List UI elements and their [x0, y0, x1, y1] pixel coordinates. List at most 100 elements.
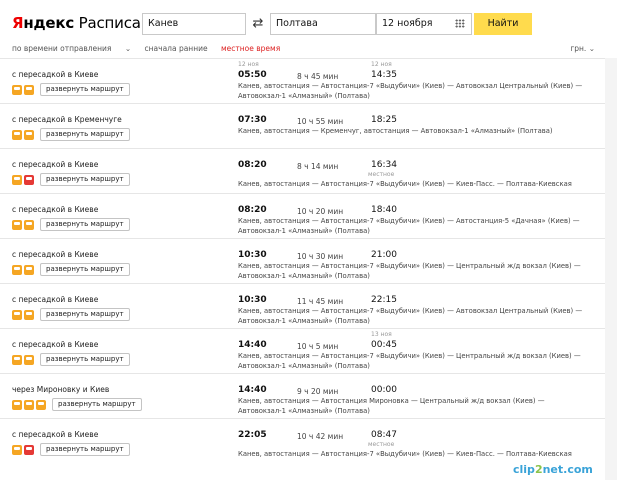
- local-time-toggle[interactable]: местное время: [221, 44, 280, 53]
- expand-route-button[interactable]: развернуть маршрут: [40, 263, 130, 276]
- duration: 10 ч 20 мин: [297, 207, 344, 216]
- route-description: с пересадкой в Киеве: [12, 295, 99, 304]
- duration: 10 ч 30 мин: [297, 252, 344, 261]
- bus-icon: [12, 355, 22, 365]
- departure-time: 08:20: [238, 160, 267, 170]
- to-field[interactable]: Полтава: [270, 13, 376, 35]
- duration: 8 ч 14 мин: [297, 162, 339, 171]
- departure-time: 05:50: [238, 70, 267, 80]
- transport-icons: [12, 130, 34, 140]
- bus-icon: [12, 400, 22, 410]
- bus-icon: [12, 130, 22, 140]
- bus-icon: [24, 265, 34, 275]
- route-description: с пересадкой в Киеве: [12, 250, 99, 259]
- bus-icon: [12, 220, 22, 230]
- route-row: с пересадкой в Киеве развернуть маршрут 10…: [0, 283, 605, 328]
- bus-icon: [24, 220, 34, 230]
- duration: 11 ч 45 мин: [297, 297, 344, 306]
- transport-icons: [12, 265, 34, 275]
- calendar-icon[interactable]: [455, 19, 465, 28]
- route-description: с пересадкой в Киеве: [12, 70, 99, 79]
- duration: 10 ч 5 мин: [297, 342, 339, 351]
- header: Яндекс Расписания Канев ⇄ Полтава 12 ноя…: [0, 0, 617, 42]
- transport-icons: [12, 220, 34, 230]
- arrival-date-note: 13 ноя: [371, 331, 392, 338]
- arrival-time: 08:47: [371, 430, 397, 440]
- route-stops: Канев, автостанция — Автостанция-7 «Выду…: [238, 307, 583, 325]
- transport-icons: [12, 175, 34, 185]
- bus-icon: [12, 310, 22, 320]
- route-row: с пересадкой в Кременчуге развернуть марш…: [0, 103, 605, 148]
- bus-icon: [24, 130, 34, 140]
- route-row: с пересадкой в Киеве развернуть маршрут 08…: [0, 148, 605, 193]
- arrival-time: 22:15: [371, 295, 397, 305]
- transport-icons: [12, 445, 34, 455]
- local-time-note: местное: [368, 171, 395, 178]
- route-description: с пересадкой в Кременчуге: [12, 115, 122, 124]
- arrival-time: 16:34: [371, 160, 397, 170]
- route-stops: Канев, автостанция — Автостанция-7 «Выду…: [238, 450, 572, 458]
- route-description: с пересадкой в Киеве: [12, 340, 99, 349]
- duration: 9 ч 20 мин: [297, 387, 339, 396]
- route-row: с пересадкой в Киеве развернуть маршрут 14…: [0, 328, 605, 373]
- route-stops: Канев, автостанция — Кременчуг, автостан…: [238, 127, 553, 135]
- transport-icons: [12, 355, 34, 365]
- arrival-time: 00:45: [371, 340, 397, 350]
- duration: 8 ч 45 мин: [297, 72, 339, 81]
- expand-route-button[interactable]: развернуть маршрут: [40, 128, 130, 141]
- bus-icon: [12, 445, 22, 455]
- route-stops: Канев, автостанция — Автостанция-7 «Выду…: [238, 262, 581, 280]
- find-button[interactable]: Найти: [474, 13, 532, 35]
- route-row: через Мироновку и Киев развернуть маршрут…: [0, 373, 605, 418]
- local-time-note: местное: [368, 441, 395, 448]
- departure-time: 10:30: [238, 295, 267, 305]
- expand-route-button[interactable]: развернуть маршрут: [40, 353, 130, 366]
- departure-time: 22:05: [238, 430, 267, 440]
- expand-route-button[interactable]: развернуть маршрут: [40, 173, 130, 186]
- duration: 10 ч 42 мин: [297, 432, 344, 441]
- bus-icon: [24, 355, 34, 365]
- arrival-time: 14:35: [371, 70, 397, 80]
- swap-icon[interactable]: ⇄: [248, 17, 268, 31]
- bus-icon: [12, 175, 22, 185]
- early-first-toggle[interactable]: сначала ранние: [145, 44, 208, 53]
- currency-dropdown[interactable]: грн. ⌄: [570, 44, 595, 53]
- expand-route-button[interactable]: развернуть маршрут: [40, 443, 130, 456]
- transport-icons: [12, 85, 34, 95]
- expand-route-button[interactable]: развернуть маршрут: [52, 398, 142, 411]
- route-stops: Канев, автостанция — Автостанция-7 «Выду…: [238, 82, 583, 100]
- expand-route-button[interactable]: развернуть маршрут: [40, 83, 130, 96]
- departure-date-note: 12 ноя: [238, 61, 259, 68]
- route-row: с пересадкой в Киеве развернуть маршрут 10…: [0, 238, 605, 283]
- date-value: 12 ноября: [382, 18, 433, 29]
- expand-route-button[interactable]: развернуть маршрут: [40, 308, 130, 321]
- arrival-time: 18:40: [371, 205, 397, 215]
- bus-icon: [12, 85, 22, 95]
- scrollbar[interactable]: [605, 58, 617, 480]
- from-field[interactable]: Канев: [142, 13, 246, 35]
- sort-time-dropdown[interactable]: по времени отправления ⌄: [12, 44, 131, 53]
- expand-route-button[interactable]: развернуть маршрут: [40, 218, 130, 231]
- route-row: с пересадкой в Киеве развернуть маршрут 12…: [0, 58, 605, 103]
- departure-time: 14:40: [238, 385, 267, 395]
- transport-icons: [12, 310, 34, 320]
- route-stops: Канев, автостанция — Автостанция-7 «Выду…: [238, 217, 580, 235]
- bus-icon: [12, 265, 22, 275]
- arrival-time: 00:00: [371, 385, 397, 395]
- date-field[interactable]: 12 ноября: [376, 13, 472, 35]
- departure-time: 14:40: [238, 340, 267, 350]
- bus-icon: [36, 400, 46, 410]
- results-list: с пересадкой в Киеве развернуть маршрут 12…: [0, 58, 605, 463]
- route-stops: Канев, автостанция — Автостанция-7 «Выду…: [238, 180, 572, 188]
- arrival-time: 18:25: [371, 115, 397, 125]
- route-description: с пересадкой в Киеве: [12, 205, 99, 214]
- arrival-date-note: 12 ноя: [371, 61, 392, 68]
- train-icon: [24, 175, 34, 185]
- train-icon: [24, 445, 34, 455]
- duration: 10 ч 55 мин: [297, 117, 344, 126]
- filters: по времени отправления ⌄ сначала ранние …: [12, 44, 291, 53]
- bus-icon: [24, 400, 34, 410]
- departure-time: 07:30: [238, 115, 267, 125]
- departure-time: 10:30: [238, 250, 267, 260]
- watermark-logo: clip2net.com: [513, 463, 593, 476]
